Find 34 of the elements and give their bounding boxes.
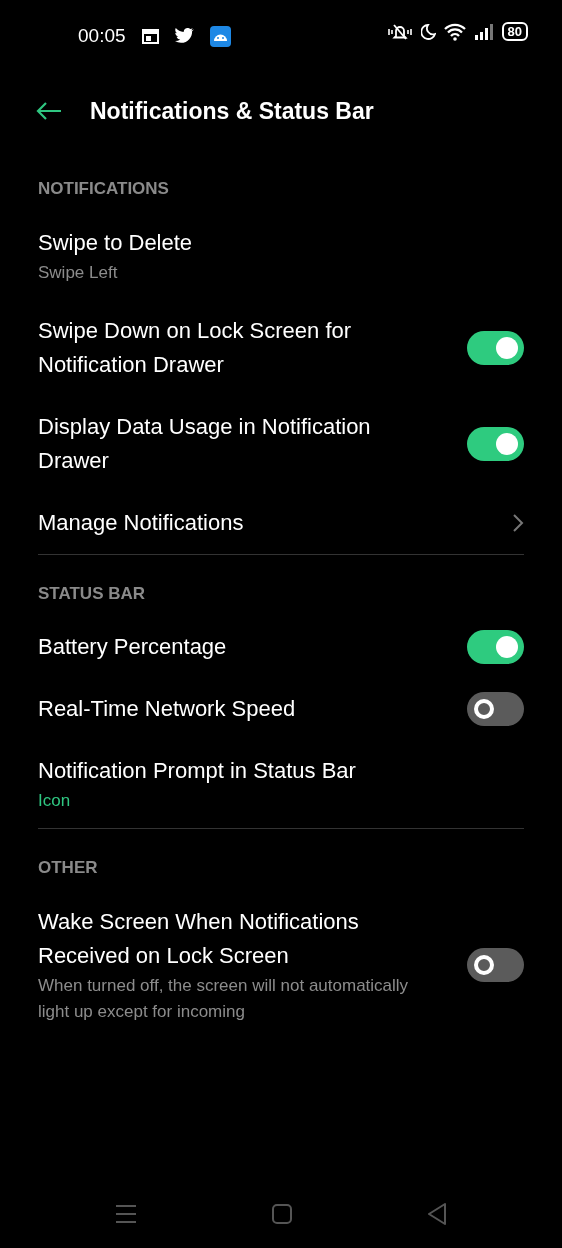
setting-title: Real-Time Network Speed bbox=[38, 695, 297, 723]
setting-title: Notification Prompt in Status Bar bbox=[38, 757, 357, 785]
home-icon[interactable] bbox=[272, 1204, 292, 1224]
setting-title: Wake Screen When Notifications Received on Lock Screen bbox=[38, 907, 360, 970]
section-header: NOTIFICATIONS bbox=[38, 178, 170, 200]
menu-icon[interactable] bbox=[115, 1204, 138, 1224]
setting-value: Icon bbox=[38, 790, 72, 812]
toggle-switch[interactable] bbox=[467, 692, 524, 726]
toggle-switch[interactable] bbox=[467, 947, 524, 982]
toggle-switch[interactable] bbox=[467, 630, 524, 664]
battery-level: 80 bbox=[501, 22, 528, 41]
chevron-right-icon bbox=[512, 512, 524, 533]
setting-title: Swipe to Delete bbox=[38, 228, 194, 257]
section-header: STATUS BAR bbox=[38, 582, 147, 605]
muted-bell-icon bbox=[386, 22, 413, 41]
back-arrow-icon[interactable] bbox=[36, 102, 62, 120]
wifi-icon bbox=[443, 22, 466, 41]
setting-value: Swipe Left bbox=[38, 261, 119, 284]
toggle-switch[interactable] bbox=[467, 426, 524, 461]
clock: 00:05 bbox=[78, 24, 126, 48]
setting-title: Manage Notifications bbox=[38, 508, 245, 537]
calendar-icon bbox=[141, 28, 159, 44]
toggle-switch[interactable] bbox=[467, 330, 524, 365]
signal-icon bbox=[473, 22, 494, 41]
section-header: OTHER bbox=[38, 857, 99, 879]
bird-icon bbox=[174, 28, 194, 45]
setting-title: Display Data Usage in Notification Drawer bbox=[38, 412, 372, 475]
moon-icon bbox=[420, 23, 436, 40]
setting-description: When turned off, the screen will not automatically light up except for incoming bbox=[38, 974, 410, 1023]
setting-title: Battery Percentage bbox=[38, 633, 228, 661]
page-title: Notifications & Status Bar bbox=[90, 96, 374, 126]
back-icon[interactable] bbox=[426, 1203, 447, 1225]
robot-icon bbox=[209, 25, 231, 47]
setting-title: Swipe Down on Lock Screen for Notification Drawer bbox=[38, 316, 353, 379]
